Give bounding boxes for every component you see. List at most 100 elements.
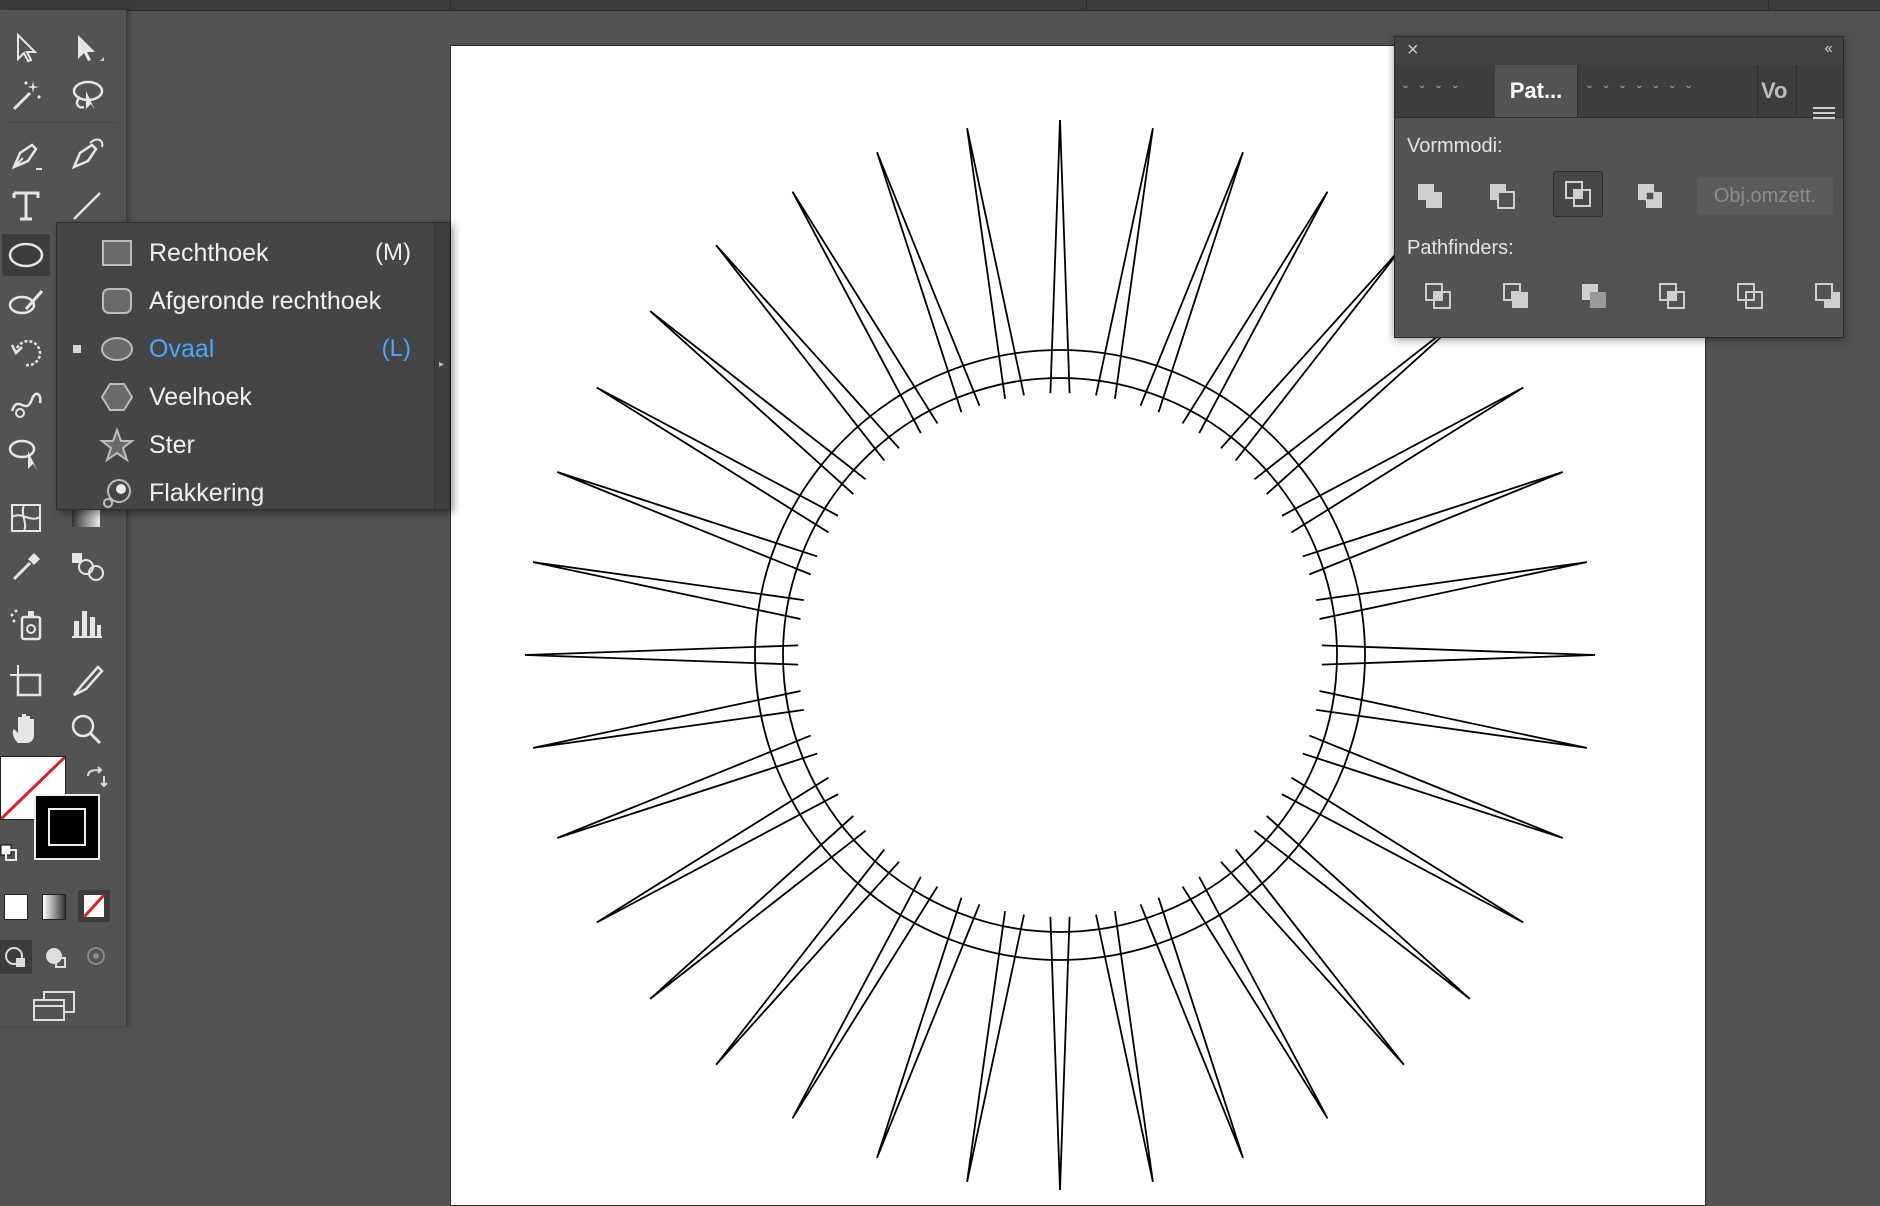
flyout-item-ster[interactable]: Ster bbox=[57, 421, 433, 469]
eyedropper-tool-icon[interactable] bbox=[2, 544, 50, 586]
star-spike bbox=[1302, 471, 1564, 576]
panel-menu-icon[interactable] bbox=[1813, 107, 1835, 123]
star-spike bbox=[596, 386, 839, 534]
star-spike bbox=[1095, 911, 1154, 1183]
unite-button[interactable] bbox=[1405, 173, 1455, 219]
flyout-item-veelhoek[interactable]: Veelhoek bbox=[57, 373, 433, 421]
swap-fill-stroke-icon[interactable] bbox=[84, 766, 108, 790]
tab-collapsed-group-1[interactable]: ˇ ˇ ˇ ˇ bbox=[1395, 65, 1496, 117]
flyout-item-label: Ster bbox=[149, 430, 195, 459]
flyout-item-label: Rechthoek bbox=[149, 238, 269, 267]
pen-tool-icon[interactable] bbox=[2, 134, 50, 176]
warp-tool-icon[interactable] bbox=[2, 382, 50, 424]
star-spike bbox=[791, 191, 939, 434]
ring-circle bbox=[782, 377, 1338, 933]
slice-tool-icon[interactable] bbox=[62, 660, 110, 702]
merge-icon bbox=[1582, 284, 1606, 308]
rectangle-icon bbox=[102, 240, 132, 266]
application-top-bar bbox=[0, 0, 1880, 11]
star-spike bbox=[596, 776, 839, 924]
none-mode-button[interactable] bbox=[78, 890, 110, 922]
flyout-item-flakkering[interactable]: Flakkering bbox=[57, 469, 433, 517]
stroke-swatch[interactable] bbox=[34, 794, 100, 860]
ellipse-tool-icon[interactable] bbox=[2, 234, 50, 276]
intersect-button[interactable] bbox=[1553, 171, 1603, 217]
star-spike bbox=[1220, 244, 1405, 462]
close-icon[interactable]: × bbox=[1407, 39, 1419, 62]
minus-back-button[interactable] bbox=[1803, 273, 1853, 319]
star-spike bbox=[1139, 151, 1244, 413]
tab-collapsed-group-2[interactable]: ˇ ˇ ˇ ˇ ˇ ˇ ˇ bbox=[1577, 65, 1758, 117]
divide-button[interactable] bbox=[1413, 273, 1463, 319]
direct-selection-tool-icon[interactable] bbox=[62, 26, 110, 68]
selection-tool-icon[interactable] bbox=[2, 26, 50, 68]
flyout-item-label: Flakkering bbox=[149, 478, 265, 507]
draw-behind-icon[interactable] bbox=[40, 940, 72, 974]
flyout-item-label: Afgeronde rechthoek bbox=[149, 286, 382, 315]
star-spike bbox=[1049, 119, 1071, 394]
selected-indicator-icon bbox=[73, 345, 81, 353]
none-icon bbox=[82, 893, 106, 919]
star-spike bbox=[876, 151, 981, 413]
column-graph-tool-icon[interactable] bbox=[62, 602, 110, 644]
shape-tools-flyout: Rechthoek (M) Afgeronde rechthoek Ovaal … bbox=[56, 222, 450, 510]
star-spike bbox=[1253, 310, 1471, 495]
minus-front-button[interactable] bbox=[1477, 173, 1527, 219]
rotate-tool-icon[interactable] bbox=[2, 332, 50, 374]
gradient-mode-button[interactable] bbox=[42, 894, 66, 920]
flyout-item-ovaal[interactable]: Ovaal (L) bbox=[57, 325, 433, 373]
star-spike bbox=[532, 690, 804, 749]
zoom-tool-icon[interactable] bbox=[62, 708, 110, 750]
flyout-item-label: Veelhoek bbox=[149, 382, 252, 411]
flyout-item-afgeronde-rechthoek[interactable]: Afgeronde rechthoek bbox=[57, 277, 433, 325]
star-spike bbox=[1302, 734, 1564, 839]
tab-pathfinder[interactable]: Pat... bbox=[1495, 65, 1578, 117]
intersect-icon bbox=[1565, 181, 1591, 207]
collapse-panel-icon[interactable]: ‹‹ bbox=[1824, 40, 1833, 58]
exclude-icon bbox=[1638, 184, 1662, 208]
magic-wand-tool-icon[interactable] bbox=[2, 74, 50, 116]
exclude-button[interactable] bbox=[1625, 173, 1675, 219]
blend-tool-icon[interactable] bbox=[62, 544, 110, 586]
symbol-sprayer-tool-icon[interactable] bbox=[2, 602, 50, 644]
paintbrush-tool-icon[interactable] bbox=[2, 282, 50, 324]
default-fill-stroke-icon[interactable] bbox=[0, 844, 22, 866]
rounded-rectangle-icon bbox=[102, 288, 132, 314]
hand-tool-icon[interactable] bbox=[2, 708, 50, 750]
ellipse-icon bbox=[101, 337, 133, 361]
type-tool-icon[interactable] bbox=[2, 184, 50, 226]
star-spike bbox=[791, 876, 939, 1119]
trim-icon bbox=[1503, 283, 1528, 308]
flyout-tearoff-handle[interactable]: ▸ bbox=[434, 223, 449, 509]
star-spike bbox=[556, 734, 818, 839]
tab-vo[interactable]: Vo bbox=[1757, 65, 1797, 117]
star-spike bbox=[715, 848, 900, 1066]
artboard-tool-icon[interactable] bbox=[2, 660, 50, 702]
merge-button[interactable] bbox=[1569, 273, 1619, 319]
star-spike bbox=[966, 911, 1025, 1183]
screen-mode-icon[interactable] bbox=[30, 988, 80, 1026]
flyout-item-rechthoek[interactable]: Rechthoek (M) bbox=[57, 229, 433, 277]
minus-back-icon bbox=[1815, 283, 1840, 308]
unite-icon bbox=[1418, 184, 1442, 208]
panel-tabs: ˇ ˇ ˇ ˇ Pat... ˇ ˇ ˇ ˇ ˇ ˇ ˇ Vo bbox=[1395, 65, 1843, 119]
crop-button[interactable] bbox=[1647, 273, 1697, 319]
expand-button[interactable]: Obj.omzett. bbox=[1697, 177, 1833, 215]
draw-normal-icon[interactable] bbox=[0, 940, 32, 974]
draw-inside-icon[interactable] bbox=[80, 940, 112, 974]
outline-button[interactable] bbox=[1725, 273, 1775, 319]
line-segment-tool-icon[interactable] bbox=[62, 184, 110, 226]
lasso-tool-icon[interactable] bbox=[62, 74, 110, 116]
mesh-tool-icon[interactable] bbox=[2, 496, 50, 538]
tools-panel bbox=[0, 10, 127, 1026]
curvature-tool-icon[interactable] bbox=[62, 134, 110, 176]
trim-button[interactable] bbox=[1491, 273, 1541, 319]
star-spike bbox=[1316, 561, 1588, 620]
flyout-item-label: Ovaal bbox=[149, 334, 215, 363]
star-spike bbox=[876, 897, 981, 1159]
shape-builder-tool-icon[interactable] bbox=[2, 432, 50, 474]
color-mode-button[interactable] bbox=[4, 894, 28, 920]
panel-header[interactable]: × ‹‹ bbox=[1395, 37, 1843, 65]
flyout-item-shortcut: (M) bbox=[375, 239, 411, 266]
star-spike bbox=[1281, 776, 1524, 924]
